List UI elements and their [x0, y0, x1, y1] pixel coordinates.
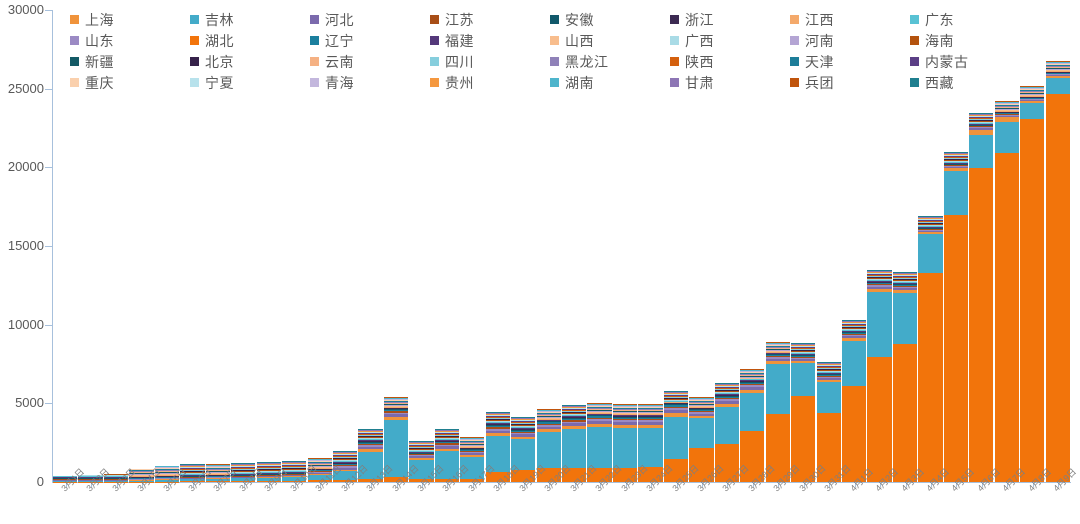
bar-4月5日[interactable] — [943, 152, 968, 482]
y-axis-tick — [45, 88, 52, 90]
bar-segment — [1020, 103, 1045, 119]
y-axis-tick — [45, 324, 52, 326]
bar-segment — [1045, 93, 1070, 482]
bar-segment — [892, 292, 918, 345]
bar-segment — [943, 170, 968, 215]
bar-segment — [994, 121, 1019, 154]
bar-4月4日[interactable] — [918, 216, 943, 482]
bar-segment — [969, 135, 994, 169]
bar-segment — [638, 427, 663, 468]
y-axis-tick — [45, 167, 52, 169]
bar-segment — [663, 416, 689, 459]
bar-segment — [994, 153, 1019, 482]
x-axis-labels: 3月1日 3月2日 3月3日 3月4日 3月5日 3月6日 3月7日 3月8日 3月9日 3月10… — [53, 463, 1078, 524]
bar-segment — [612, 427, 638, 468]
bar-segment — [740, 393, 765, 432]
bar-segment — [587, 426, 612, 468]
y-axis-tick-label: 10000 — [7, 316, 44, 332]
bar-segment — [867, 356, 892, 482]
plot-area — [53, 10, 1071, 482]
bar-4月2日[interactable] — [867, 270, 892, 482]
y-axis-tick-label: 0 — [36, 474, 44, 489]
bar-segment — [1045, 78, 1070, 94]
bar-segment — [765, 363, 790, 415]
bar-segment — [943, 214, 968, 482]
y-axis-tick-label: 25000 — [7, 80, 44, 96]
bar-segment — [918, 273, 943, 482]
y-axis-tick — [45, 403, 52, 405]
bar-segment — [791, 363, 816, 396]
y-axis-labels: 30000 25000 20000 15000 10000 5000 0 — [0, 0, 44, 524]
bar-segment — [689, 418, 714, 449]
bar-4月1日[interactable] — [841, 320, 867, 482]
bar-4月3日[interactable] — [892, 272, 918, 482]
bar-segment — [1020, 118, 1045, 482]
y-axis-tick-label: 30000 — [7, 2, 44, 17]
y-axis-tick — [45, 10, 52, 11]
y-axis-tick-label: 5000 — [15, 395, 44, 411]
bar-segment — [714, 406, 739, 445]
y-axis-tick — [45, 246, 52, 247]
bar-segment — [816, 382, 841, 414]
stacked-bar-chart: 上海 吉林 河北 江苏 安徽 浙江 江西 广东 山东 湖北 辽宁 福建 山西 广西 河南 海南 新疆 北京 云南 四川… — [0, 0, 1080, 524]
bar-4月9日[interactable] — [1045, 60, 1070, 482]
bar-4月8日[interactable] — [1020, 85, 1045, 482]
y-axis-tick-label: 20000 — [7, 159, 44, 175]
bar-segment — [969, 168, 994, 482]
bar-4月6日[interactable] — [969, 113, 994, 482]
bar-segment — [892, 344, 918, 482]
bar-segment — [841, 340, 867, 387]
bar-segment — [867, 291, 892, 357]
y-axis-tick-label: 15000 — [7, 238, 44, 253]
bar-4月7日[interactable] — [994, 100, 1019, 482]
bar-segment — [918, 234, 943, 274]
